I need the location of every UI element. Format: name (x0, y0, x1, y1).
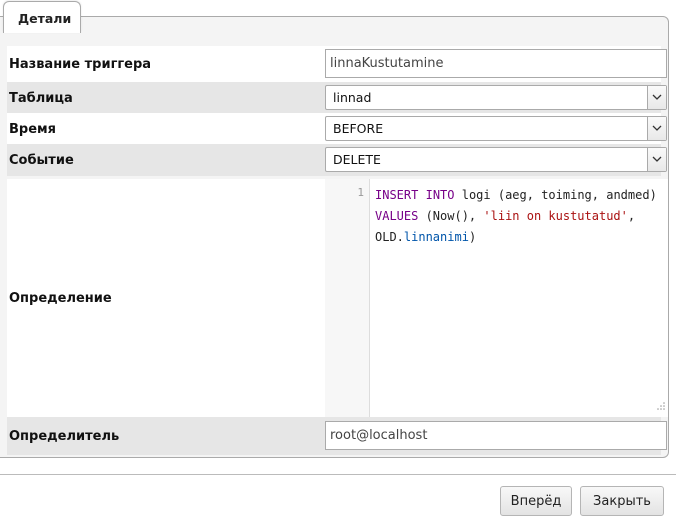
chevron-down-icon[interactable] (647, 148, 666, 171)
event-label: Событие (9, 153, 74, 168)
line-number: 1 (357, 186, 364, 199)
chevron-down-icon[interactable] (647, 86, 666, 109)
time-label: Время (9, 122, 57, 137)
table-label: Таблица (9, 91, 73, 106)
event-select[interactable]: DELETE (325, 147, 667, 172)
table-select[interactable]: linnad (325, 85, 667, 110)
event-select-value: DELETE (333, 152, 381, 167)
time-select[interactable]: BEFORE (325, 116, 667, 141)
close-button[interactable]: Закрыть (580, 486, 664, 516)
trigger-name-label: Название триггера (9, 57, 152, 72)
row-trigger-name: Название триггера linnaKustutamine (7, 46, 667, 82)
row-definition: Определение 1 INSERT INTO logi (aeg, toi… (7, 179, 668, 417)
row-table: Таблица linnad (7, 82, 667, 113)
next-button[interactable]: Вперёд (500, 486, 572, 516)
footer-divider (0, 474, 676, 475)
chevron-down-icon[interactable] (647, 117, 666, 140)
time-select-value: BEFORE (333, 121, 384, 136)
definer-input[interactable]: root@localhost (325, 421, 667, 450)
resize-handle-icon[interactable] (657, 399, 665, 414)
row-event: Событие DELETE (7, 144, 667, 176)
line-number-gutter: 1 (325, 179, 370, 417)
row-definer: Определитель root@localhost (7, 417, 667, 455)
definition-label: Определение (9, 291, 112, 306)
tab-details-label: Детали (18, 11, 72, 26)
definition-code[interactable]: INSERT INTO logi (aeg, toiming, andmed) … (375, 185, 663, 248)
trigger-name-input[interactable]: linnaKustutamine (325, 49, 667, 78)
tab-details[interactable]: Детали (3, 1, 81, 33)
details-panel: Название триггера linnaKustutamine Табли… (0, 16, 669, 458)
definer-label: Определитель (9, 429, 120, 444)
definition-code-editor[interactable]: 1 INSERT INTO logi (aeg, toiming, andmed… (325, 179, 668, 417)
row-time: Время BEFORE (7, 113, 667, 144)
table-select-value: linnad (333, 90, 372, 105)
